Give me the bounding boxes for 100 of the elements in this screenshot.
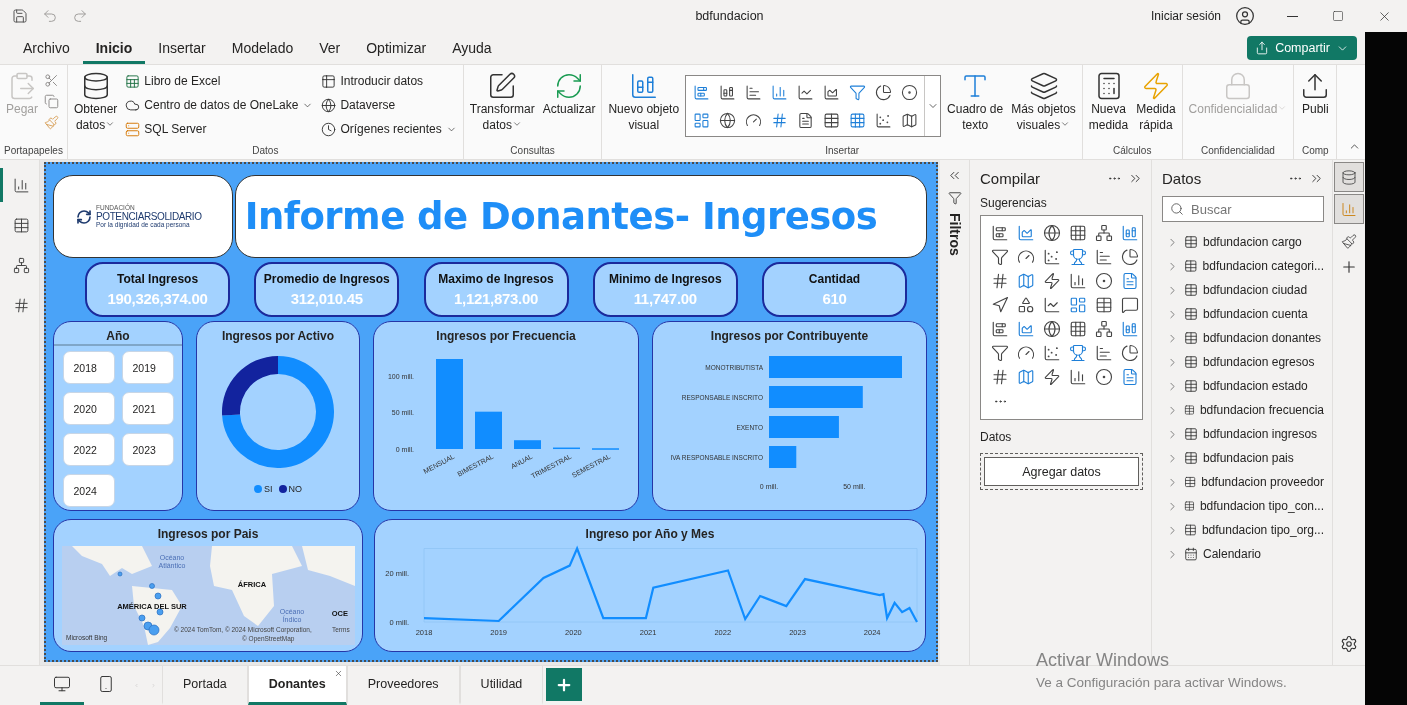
year-button[interactable]: 2021 <box>121 392 174 425</box>
column-chart-icon[interactable] <box>770 83 788 101</box>
gauge-icon[interactable] <box>1017 248 1035 266</box>
treemap-icon[interactable] <box>1069 296 1087 314</box>
donut-chart-icon[interactable] <box>1095 368 1113 386</box>
funnel-icon[interactable] <box>991 248 1009 266</box>
area-chart-icon[interactable] <box>822 83 840 101</box>
number-card-icon[interactable] <box>991 368 1009 386</box>
map-icon[interactable] <box>900 111 918 129</box>
ribbon-button[interactable]: Cuadro de texto <box>945 69 1006 135</box>
ribbon-button[interactable]: SQL Server <box>123 119 316 139</box>
line-chart-icon[interactable] <box>1043 296 1061 314</box>
pane-button[interactable] <box>1334 162 1364 192</box>
bar-chart-icon[interactable] <box>1095 344 1113 362</box>
table-item[interactable]: bdfundacion categori... <box>1162 254 1324 278</box>
table-item[interactable]: bdfundacion estado <box>1162 374 1324 398</box>
user-icon[interactable] <box>1235 6 1255 26</box>
bar-chart-icon[interactable] <box>1095 248 1113 266</box>
page-tab[interactable]: Donantes <box>247 666 347 705</box>
page-tab[interactable]: Portada <box>162 666 248 705</box>
globe-icon[interactable] <box>718 111 736 129</box>
tree-diagram-icon[interactable] <box>1095 224 1113 242</box>
number-card-icon[interactable] <box>991 272 1009 290</box>
ribbon-button[interactable]: Dataverse <box>319 95 459 115</box>
donut-chart-icon[interactable] <box>900 83 918 101</box>
table-icon[interactable] <box>1095 296 1113 314</box>
ribbon-button[interactable]: Obtener datos <box>71 69 120 135</box>
filters-label[interactable]: Filtros <box>946 213 963 256</box>
pie-chart-icon[interactable] <box>874 83 892 101</box>
page-tab[interactable]: Proveedores <box>346 666 460 705</box>
ribbon-button[interactable]: Transformar datos <box>467 69 537 135</box>
table-icon[interactable] <box>822 111 840 129</box>
table-item[interactable]: bdfundacion tipo_con... <box>1162 494 1324 518</box>
map-icon[interactable] <box>1017 368 1035 386</box>
ribbon-button[interactable]: Introducir datos <box>319 71 459 91</box>
treemap-icon[interactable] <box>692 111 710 129</box>
lightning-icon[interactable] <box>1043 272 1061 290</box>
document-icon[interactable] <box>796 111 814 129</box>
map-icon[interactable] <box>1017 272 1035 290</box>
settings-icon[interactable] <box>1340 635 1358 653</box>
ribbon-button[interactable]: Libro de Excel <box>123 71 316 91</box>
year-button[interactable]: 2020 <box>62 392 115 425</box>
matrix-icon[interactable] <box>1069 224 1087 242</box>
year-button[interactable]: 2019 <box>121 351 174 384</box>
trophy-icon[interactable] <box>1069 248 1087 266</box>
ribbon-button[interactable]: Nuevo objeto visual <box>606 69 682 135</box>
arrow-icon[interactable] <box>991 296 1009 314</box>
gauge-icon[interactable] <box>744 111 762 129</box>
document-icon[interactable] <box>1121 272 1139 290</box>
year-button[interactable]: 2023 <box>121 433 174 466</box>
add-data-button[interactable]: Agregar datos <box>984 457 1139 486</box>
table-item[interactable]: bdfundacion pais <box>1162 446 1324 470</box>
bar-chart-icon[interactable] <box>744 83 762 101</box>
number-card-icon[interactable] <box>770 111 788 129</box>
donut-chart-icon[interactable] <box>1095 272 1113 290</box>
gauge-icon[interactable] <box>1017 344 1035 362</box>
matrix-icon[interactable] <box>1069 320 1087 338</box>
year-button[interactable]: 2022 <box>62 433 115 466</box>
menu-tab[interactable]: Archivo <box>10 32 83 64</box>
trophy-icon[interactable] <box>1069 344 1087 362</box>
table-item[interactable]: bdfundacion egresos <box>1162 350 1324 374</box>
table-item[interactable]: bdfundacion cuenta <box>1162 302 1324 326</box>
ribbon-button[interactable]: Orígenes recientes <box>319 119 459 139</box>
lightning-icon[interactable] <box>1043 368 1061 386</box>
ribbon-button[interactable]: Más objetos visuales <box>1009 69 1078 135</box>
ribbon-button[interactable]: Actualizar <box>540 69 598 119</box>
table-item[interactable]: bdfundacion ingresos <box>1162 422 1324 446</box>
stacked-column-chart-icon[interactable] <box>718 83 736 101</box>
funnel-icon[interactable] <box>991 344 1009 362</box>
pane-button[interactable] <box>1334 194 1364 224</box>
ribbon-button[interactable]: Publi <box>1298 69 1333 119</box>
globe-icon[interactable] <box>1043 320 1061 338</box>
year-button[interactable]: 2018 <box>62 351 115 384</box>
table-item[interactable]: Calendario <box>1162 542 1324 566</box>
column-chart-icon[interactable] <box>1069 272 1087 290</box>
menu-tab[interactable]: Modelado <box>218 32 307 64</box>
save-icon[interactable] <box>12 8 28 24</box>
page-tab[interactable]: Utilidad <box>459 666 544 705</box>
filter-icon[interactable] <box>947 191 962 205</box>
menu-tab[interactable]: Ver <box>306 32 354 64</box>
stacked-bar-chart-icon[interactable] <box>991 224 1009 242</box>
stacked-bar-chart-icon[interactable] <box>692 83 710 101</box>
add-icon[interactable] <box>1340 258 1358 276</box>
sign-in-link[interactable]: Iniciar sesión <box>1150 9 1221 23</box>
table-item[interactable]: bdfundacion cargo <box>1162 230 1324 254</box>
table-item[interactable]: bdfundacion frecuencia <box>1162 398 1324 422</box>
ribbon-button[interactable]: Medida rápida <box>1134 69 1178 135</box>
ribbon-button[interactable]: Nueva medida <box>1086 69 1131 135</box>
table-item[interactable]: bdfundacion proveedor <box>1162 470 1324 494</box>
column-chart-icon[interactable] <box>1069 368 1087 386</box>
table-item[interactable]: bdfundacion tipo_org... <box>1162 518 1324 542</box>
table-item[interactable]: bdfundacion donantes <box>1162 326 1324 350</box>
shapes-icon[interactable] <box>1017 296 1035 314</box>
year-button[interactable]: 2024 <box>62 474 115 507</box>
matrix-icon[interactable] <box>848 111 866 129</box>
close-icon[interactable] <box>333 669 343 678</box>
ribbon-button[interactable]: Centro de datos de OneLake <box>123 95 316 115</box>
add-page-button[interactable] <box>546 668 583 701</box>
share-button[interactable]: Compartir <box>1247 36 1357 60</box>
scatter-chart-icon[interactable] <box>1043 344 1061 362</box>
